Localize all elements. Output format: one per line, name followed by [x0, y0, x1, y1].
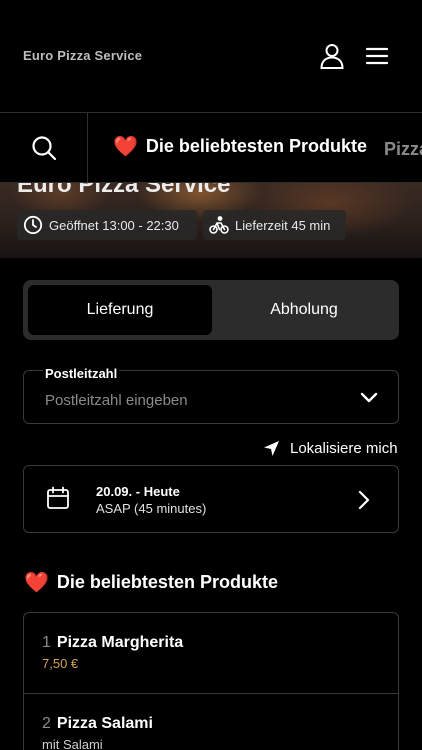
product-price: 7,50 € — [42, 656, 79, 671]
delivery-time-text: Lieferzeit 45 min — [235, 217, 331, 233]
order-mode-toggle: Lieferung Abholung — [23, 280, 399, 340]
product-item[interactable]: 2 Pizza Salami mit Salami — [24, 693, 398, 750]
search-icon — [31, 136, 56, 161]
menu-button[interactable] — [364, 44, 390, 68]
locate-me-label: Lokalisiere mich — [290, 440, 398, 457]
delivery-time-value: ASAP (45 minutes) — [96, 501, 207, 516]
product-name: Pizza Margherita — [56, 634, 184, 651]
opening-hours-text: Geöffnet 13:00 - 22:30 — [49, 217, 179, 233]
opening-hours-badge: Geöffnet 13:00 - 22:30 — [17, 210, 197, 240]
hero-banner: Euro Pizza Service Geöffnet 13:00 - 22:3… — [0, 183, 422, 258]
location-arrow-icon — [264, 441, 279, 456]
top-header: Euro Pizza Service — [0, 0, 422, 112]
delivery-date: 20.09. - Heute — [96, 484, 180, 499]
postal-code-label: Postleitzahl — [43, 366, 120, 381]
delivery-time-selector[interactable]: 20.09. - Heute ASAP (45 minutes) — [23, 465, 399, 533]
chevron-down-icon — [360, 392, 378, 403]
calendar-icon — [47, 486, 69, 509]
delivery-time-badge: Lieferzeit 45 min — [203, 210, 346, 240]
product-rank: 2 — [42, 715, 51, 732]
popular-section-heading: ❤️ Die beliebtesten Produkte — [24, 572, 278, 593]
chevron-right-icon — [358, 490, 370, 510]
product-list: 1 Pizza Margherita 7,50 € 2 Pizza Salami m… — [23, 612, 399, 750]
category-tab-popular[interactable]: ❤️ Die beliebtesten Produkte — [113, 136, 367, 157]
product-rank: 1 — [42, 634, 51, 651]
delivery-option[interactable]: Lieferung — [28, 285, 212, 335]
product-item[interactable]: 1 Pizza Margherita 7,50 € — [24, 613, 398, 693]
category-tab-label: Die beliebtesten Produkte — [145, 136, 367, 156]
account-button[interactable] — [318, 42, 346, 70]
user-icon — [320, 44, 344, 69]
pickup-option[interactable]: Abholung — [214, 285, 394, 335]
heart-icon: ❤️ — [113, 135, 138, 158]
brand-name[interactable]: Euro Pizza Service — [23, 48, 142, 63]
heart-icon: ❤️ — [24, 571, 49, 594]
product-name: Pizza Salami — [56, 715, 153, 732]
restaurant-title: Euro Pizza Service — [17, 183, 231, 198]
postal-code-placeholder: Postleitzahl eingeben — [45, 392, 188, 409]
product-description: mit Salami — [42, 737, 103, 750]
product-title: 1 Pizza Margherita — [42, 634, 183, 652]
postal-code-select[interactable]: Postleitzahl Postleitzahl eingeben — [23, 366, 399, 424]
clock-icon — [23, 215, 43, 235]
product-title: 2 Pizza Salami — [42, 715, 153, 733]
section-title: Die beliebtesten Produkte — [56, 572, 278, 592]
hamburger-menu-icon — [365, 47, 389, 65]
category-tab-pizza[interactable]: Pizza — [384, 139, 422, 160]
category-bar: ❤️ Die beliebtesten Produkte Pizza — [0, 112, 422, 183]
bicycle-courier-icon — [209, 216, 229, 234]
locate-me-button[interactable]: Lokalisiere mich — [263, 440, 398, 457]
search-button[interactable] — [0, 113, 88, 182]
